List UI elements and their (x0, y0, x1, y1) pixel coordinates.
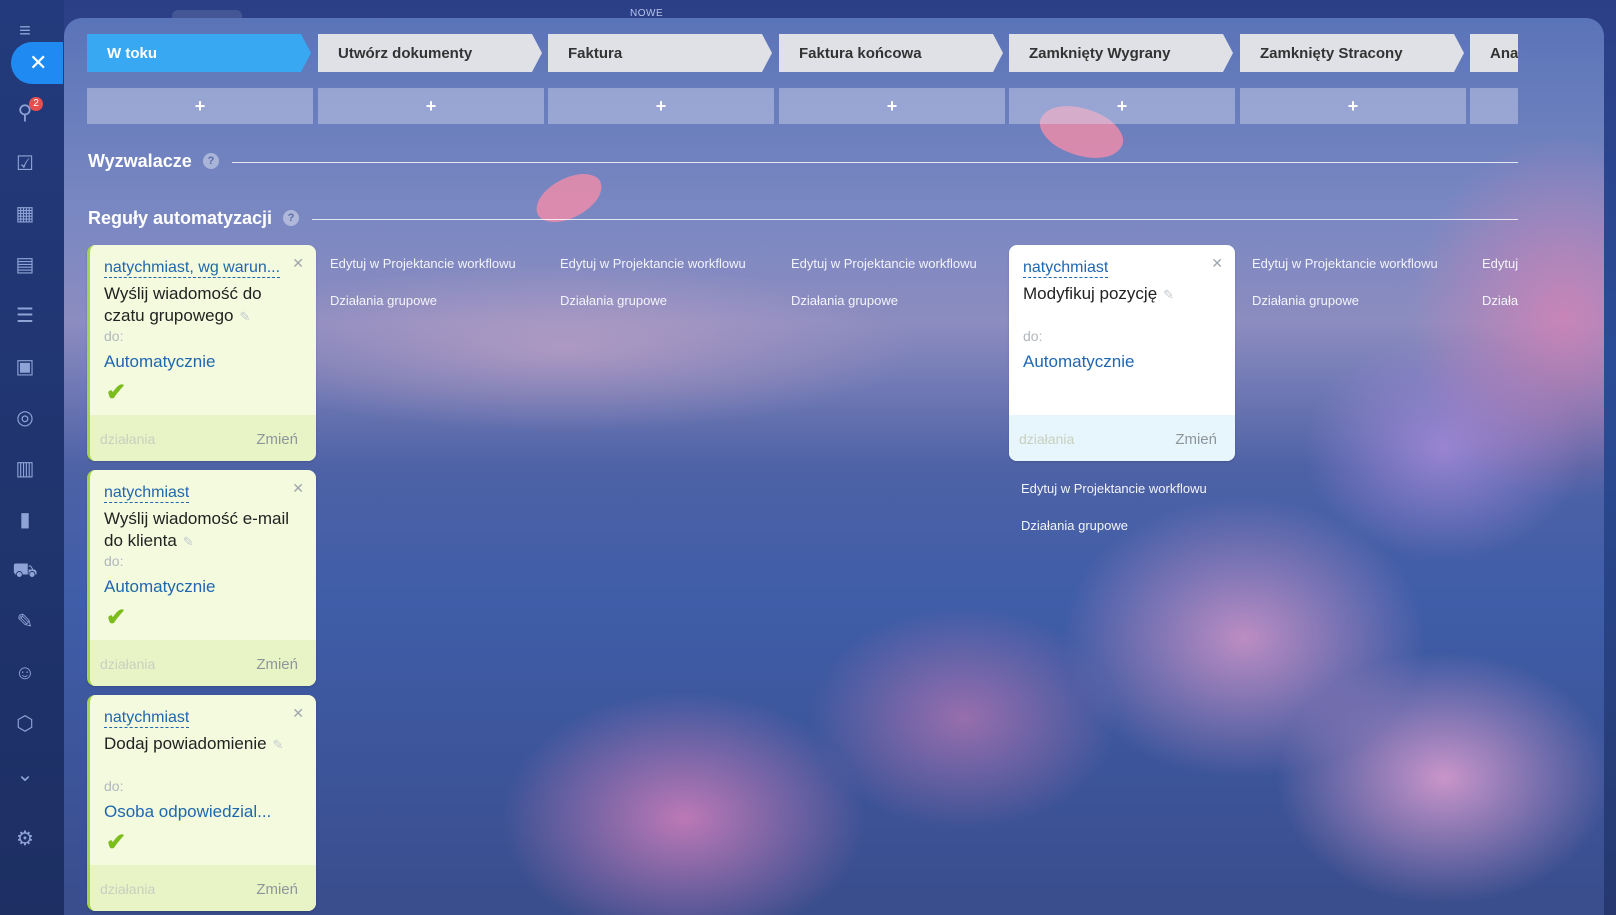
change-button[interactable]: Zmień (1175, 431, 1217, 448)
triggers-title: Wyzwalacze (88, 151, 192, 171)
card-footer: działania Zmień (90, 865, 316, 911)
menu-icon[interactable]: ≡ (12, 18, 38, 44)
target-icon[interactable]: ◎ (12, 405, 38, 431)
group-actions-link[interactable]: Działania grupowe (1252, 293, 1359, 308)
left-sidebar: ≡ ✕ ⚲ 2 ☑ ▦ ▤ ☰ ▣ ◎ ▥ ▮ ⛟ ✎ ☺ ⬡ ⌄ ⚙ (0, 0, 64, 915)
contacts-icon[interactable]: ▤ (12, 252, 38, 278)
chevron-down-icon[interactable]: ⌄ (12, 762, 38, 788)
group-actions-link[interactable]: Działania grupowe (1021, 518, 1128, 533)
edit-in-designer-link[interactable]: Edytuj w Projektancie workflowu (1021, 481, 1207, 496)
check-icon: ✔ (106, 604, 127, 631)
close-button[interactable]: ✕ (11, 42, 63, 84)
calendar-icon[interactable]: ▦ (12, 201, 38, 227)
stage-tab-final-invoice[interactable]: Faktura końcowa (779, 34, 1003, 72)
add-trigger-button[interactable]: + (1240, 88, 1466, 124)
close-icon: ✕ (29, 50, 48, 75)
edit-in-designer-link[interactable]: Edytuj w Projektancie workflowu (330, 256, 516, 271)
responsible-value[interactable]: Osoba odpowiedzial... (104, 802, 271, 822)
planner-icon[interactable]: ▥ (12, 456, 38, 482)
card-footer: działania Zmień (90, 415, 316, 461)
box-icon[interactable]: ⬡ (12, 711, 38, 737)
edit-in-designer-link[interactable]: Edytuj w Projektancie workflowu (1252, 256, 1438, 271)
add-trigger-button[interactable]: + (548, 88, 774, 124)
robot-card[interactable]: natychmiast ✕ Wyślij wiadomość e-mail do… (87, 470, 316, 686)
section-divider (232, 162, 1518, 163)
robot-timing-link[interactable]: natychmiast (1023, 259, 1109, 278)
stage-tab-invoice[interactable]: Faktura (548, 34, 772, 72)
signature-icon[interactable]: ✎ (12, 609, 38, 635)
rules-title: Reguły automatyzacji (88, 208, 273, 228)
responsible-value[interactable]: Automatycznie (1023, 352, 1135, 372)
responsible-value[interactable]: Automatycznie (104, 352, 216, 372)
notification-badge: 2 (29, 97, 43, 111)
pencil-icon[interactable]: ✎ (1163, 287, 1174, 302)
group-actions-link[interactable]: Działania grupowe (560, 293, 667, 308)
actions-link[interactable]: działania (100, 656, 155, 672)
pencil-icon[interactable]: ✎ (183, 534, 194, 549)
responsible-label: do: (104, 778, 124, 794)
store-icon[interactable]: ▣ (12, 354, 38, 380)
stage-tab-closed-lost[interactable]: Zamknięty Stracony (1240, 34, 1464, 72)
robot-icon[interactable]: ☺ (12, 660, 38, 686)
cart-icon[interactable]: ⛟ (12, 558, 38, 584)
help-icon[interactable]: ? (203, 153, 219, 169)
robot-title: Dodaj powiadomienie ✎ (104, 733, 300, 756)
section-divider (312, 219, 1518, 220)
actions-link[interactable]: działania (1019, 431, 1074, 447)
settings-icon[interactable]: ⚙ (12, 826, 38, 852)
add-trigger-button[interactable]: + (779, 88, 1005, 124)
stage-tab-analysis[interactable]: Ana (1470, 34, 1518, 72)
add-trigger-button[interactable]: + (87, 88, 313, 124)
add-trigger-button[interactable] (1470, 88, 1518, 124)
change-button[interactable]: Zmień (256, 881, 298, 898)
stage-tab-in-progress[interactable]: W toku (87, 34, 311, 72)
group-actions-link[interactable]: Działa (1482, 293, 1518, 308)
stage-tab-create-documents[interactable]: Utwórz dokumenty (318, 34, 542, 72)
analytics-icon[interactable]: ▮ (12, 507, 38, 533)
card-footer: działania Zmień (1009, 415, 1235, 461)
change-button[interactable]: Zmień (256, 656, 298, 673)
robot-title: Modyfikuj pozycję ✎ (1023, 283, 1219, 306)
close-icon[interactable]: ✕ (1211, 255, 1223, 272)
edit-in-designer-link[interactable]: Edytuj w Projektancie workflowu (791, 256, 977, 271)
robot-title-text: Wyślij wiadomość e-mail do klienta (104, 509, 289, 550)
responsible-label: do: (104, 328, 124, 344)
help-icon[interactable]: ? (283, 210, 299, 226)
card-footer: działania Zmień (90, 640, 316, 686)
responsible-value[interactable]: Automatycznie (104, 577, 216, 597)
edit-in-designer-link[interactable]: Edytuj (1482, 256, 1518, 271)
add-trigger-button[interactable]: + (1009, 88, 1235, 124)
robot-card[interactable]: natychmiast ✕ Dodaj powiadomienie ✎ do: O… (87, 695, 316, 911)
funnel-icon[interactable]: ☰ (12, 303, 38, 329)
robot-timing-link[interactable]: natychmiast (104, 709, 190, 728)
group-actions-link[interactable]: Działania grupowe (791, 293, 898, 308)
robot-card[interactable]: natychmiast ✕ Modyfikuj pozycję ✎ do: Aut… (1009, 245, 1235, 461)
robot-title-text: Dodaj powiadomienie (104, 734, 267, 753)
check-icon: ✔ (106, 379, 127, 406)
close-icon[interactable]: ✕ (292, 705, 304, 722)
responsible-label: do: (104, 553, 124, 569)
close-icon[interactable]: ✕ (292, 255, 304, 272)
robot-title-text: Wyślij wiadomość do czatu grupowego (104, 284, 262, 325)
robot-title-text: Modyfikuj pozycję (1023, 284, 1158, 303)
robot-title: Wyślij wiadomość do czatu grupowego ✎ (104, 283, 300, 328)
robot-title: Wyślij wiadomość e-mail do klienta ✎ (104, 508, 300, 553)
robot-timing-link[interactable]: natychmiast, wg warun... (104, 259, 281, 278)
stage-tab-closed-won[interactable]: Zamknięty Wygrany (1009, 34, 1233, 72)
change-button[interactable]: Zmień (256, 431, 298, 448)
pencil-icon[interactable]: ✎ (273, 737, 284, 752)
add-trigger-button[interactable]: + (318, 88, 544, 124)
check-icon: ✔ (106, 829, 127, 856)
tasks-icon[interactable]: ☑ (12, 151, 38, 177)
pencil-icon[interactable]: ✎ (239, 309, 250, 324)
robot-card[interactable]: natychmiast, wg warun... ✕ Wyślij wiadom… (87, 245, 316, 461)
actions-link[interactable]: działania (100, 431, 155, 447)
edit-in-designer-link[interactable]: Edytuj w Projektancie workflowu (560, 256, 746, 271)
responsible-label: do: (1023, 328, 1043, 344)
robot-timing-link[interactable]: natychmiast (104, 484, 190, 503)
close-icon[interactable]: ✕ (292, 480, 304, 497)
actions-link[interactable]: działania (100, 881, 155, 897)
group-actions-link[interactable]: Działania grupowe (330, 293, 437, 308)
